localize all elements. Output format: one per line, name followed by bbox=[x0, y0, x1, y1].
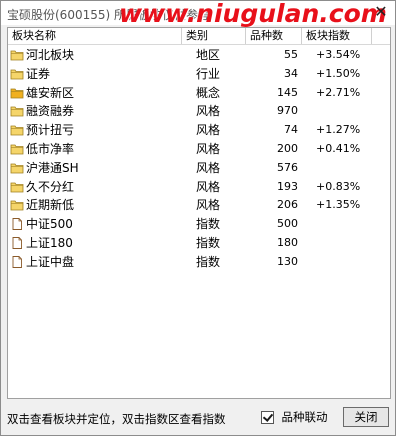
folder-icon bbox=[10, 161, 24, 175]
header-sector-index[interactable]: 板块指数 bbox=[302, 28, 372, 44]
list-item[interactable]: 久不分红 风格 193 +0.83% bbox=[8, 178, 390, 197]
cell-sector-name: 近期新低 bbox=[26, 198, 75, 213]
cell-count: 180 bbox=[277, 235, 298, 249]
cell-count: 206 bbox=[277, 198, 298, 212]
list-item[interactable]: 河北板块 地区 55 +3.54% bbox=[8, 46, 390, 65]
cell-sector-name: 久不分红 bbox=[26, 179, 75, 194]
cell-sector-name: 中证500 bbox=[26, 217, 73, 232]
cell-category: 指数 bbox=[196, 217, 221, 232]
cell-count: 130 bbox=[277, 254, 298, 268]
list-item[interactable]: 融资融券 风格 970 bbox=[8, 102, 390, 121]
cell-sector-index: +1.50% bbox=[316, 66, 361, 80]
cell-category: 地区 bbox=[196, 48, 221, 62]
cell-sector-name: 融资融券 bbox=[26, 104, 75, 119]
cell-category: 行业 bbox=[196, 66, 221, 81]
document-icon bbox=[10, 217, 24, 231]
cell-sector-name: 证券 bbox=[26, 66, 51, 81]
cell-sector-name: 沪港通SH bbox=[26, 160, 79, 175]
cell-count: 55 bbox=[284, 48, 298, 61]
cell-category: 指数 bbox=[196, 254, 221, 269]
list-item[interactable]: 雄安新区 概念 145 +2.71% bbox=[8, 84, 390, 103]
cell-sector-name: 预计扭亏 bbox=[26, 123, 75, 138]
cell-sector-name: 上证180 bbox=[26, 235, 73, 250]
checkbox-label[interactable]: 品种联动 bbox=[282, 410, 328, 424]
cell-category: 指数 bbox=[196, 235, 221, 250]
list-item[interactable]: 上证中盘 指数 130 bbox=[8, 253, 390, 272]
list-item[interactable]: 证券 行业 34 +1.50% bbox=[8, 65, 390, 84]
list-rows: 河北板块 地区 55 +3.54% 证券 行业 34 +1.50% 雄安新区 概念 145 +2.71… bbox=[8, 46, 390, 272]
sector-list[interactable]: 板块名称 类别 品种数 板块指数 河北板块 地区 55 +3.54% 证券 行业 34 +1.… bbox=[7, 27, 391, 399]
cell-sector-index: +3.54% bbox=[316, 48, 361, 61]
checkbox-checked-icon[interactable] bbox=[261, 410, 274, 424]
list-item[interactable]: 上证180 指数 180 bbox=[8, 234, 390, 253]
cell-sector-index: +1.35% bbox=[316, 198, 361, 212]
cell-sector-index: +2.71% bbox=[316, 85, 361, 99]
cell-count: 970 bbox=[277, 104, 298, 118]
cell-category: 概念 bbox=[196, 85, 221, 100]
cell-count: 500 bbox=[277, 217, 298, 231]
list-item[interactable]: 沪港通SH 风格 576 bbox=[8, 159, 390, 178]
close-button[interactable]: 关闭 bbox=[343, 407, 389, 427]
folder-icon bbox=[10, 142, 24, 156]
cell-count: 34 bbox=[284, 66, 298, 80]
title-bar: 宝硕股份(600155) 所属板块仅供参考 www.niugulan.com ✕ bbox=[1, 0, 395, 28]
header-category[interactable]: 类别 bbox=[182, 28, 246, 44]
list-item[interactable]: 低市净率 风格 200 +0.41% bbox=[8, 140, 390, 159]
cell-category: 风格 bbox=[196, 104, 221, 119]
document-icon bbox=[10, 255, 24, 269]
list-header: 板块名称 类别 品种数 板块指数 bbox=[8, 28, 390, 45]
folder-icon bbox=[10, 104, 24, 118]
cell-count: 193 bbox=[277, 179, 298, 193]
cell-category: 风格 bbox=[196, 141, 221, 156]
header-count[interactable]: 品种数 bbox=[246, 28, 302, 44]
cell-category: 风格 bbox=[196, 179, 221, 194]
close-icon[interactable]: ✕ bbox=[373, 3, 389, 21]
cell-sector-name: 上证中盘 bbox=[26, 254, 75, 269]
folder-icon bbox=[10, 48, 24, 62]
folder-icon bbox=[10, 123, 24, 137]
folder-icon bbox=[10, 180, 24, 194]
cell-count: 200 bbox=[277, 141, 298, 155]
footer-bar: 双击查看板块并定位，双击指数区查看指数 品种联动 关闭 bbox=[1, 399, 395, 435]
cell-count: 576 bbox=[277, 160, 298, 174]
cell-category: 风格 bbox=[196, 123, 221, 138]
cell-sector-name: 河北板块 bbox=[26, 48, 75, 62]
document-icon bbox=[10, 236, 24, 250]
folder-filled-icon bbox=[10, 86, 24, 100]
cell-sector-name: 雄安新区 bbox=[26, 85, 75, 100]
folder-icon bbox=[10, 198, 24, 212]
cell-category: 风格 bbox=[196, 198, 221, 213]
cell-count: 74 bbox=[284, 123, 298, 137]
hint-text: 双击查看板块并定位，双击指数区查看指数 bbox=[7, 412, 226, 426]
cell-sector-name: 低市净率 bbox=[26, 141, 75, 156]
list-item[interactable]: 预计扭亏 风格 74 +1.27% bbox=[8, 121, 390, 140]
cell-category: 风格 bbox=[196, 160, 221, 175]
link-checkbox[interactable]: 品种联动 bbox=[261, 409, 328, 425]
folder-icon bbox=[10, 67, 24, 81]
list-item[interactable]: 近期新低 风格 206 +1.35% bbox=[8, 196, 390, 215]
cell-count: 145 bbox=[277, 85, 298, 99]
cell-sector-index: +0.41% bbox=[316, 141, 361, 155]
cell-sector-index: +1.27% bbox=[316, 123, 361, 137]
header-sector-name[interactable]: 板块名称 bbox=[8, 28, 182, 44]
cell-sector-index: +0.83% bbox=[316, 179, 361, 193]
list-item[interactable]: 中证500 指数 500 bbox=[8, 215, 390, 234]
dialog-window: 宝硕股份(600155) 所属板块仅供参考 www.niugulan.com ✕… bbox=[0, 0, 396, 436]
watermark: www.niugulan.com bbox=[119, 0, 387, 28]
